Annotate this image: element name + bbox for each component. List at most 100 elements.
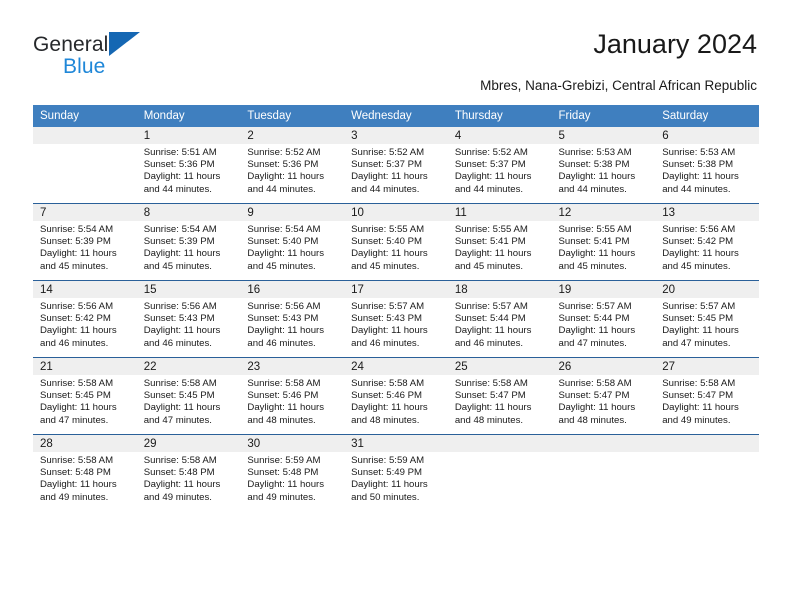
day-cell-inner: 10 Sunrise: 5:55 AM Sunset: 5:40 PM Dayligh… [344, 204, 448, 280]
sunset-text: Sunset: 5:37 PM [351, 159, 423, 171]
page-title: January 2024 [593, 29, 757, 59]
calendar-day-cell[interactable]: 11 Sunrise: 5:55 AM Sunset: 5:41 PM Dayligh… [447, 203, 552, 281]
calendar-day-cell[interactable]: 23 Sunrise: 5:58 AM Sunset: 5:46 PM Dayligh… [240, 357, 345, 435]
day-details: Sunrise: 5:59 AM Sunset: 5:48 PM Daylight:… [240, 452, 344, 504]
weekday-header-friday: Friday [551, 105, 656, 127]
day-details: Sunrise: 5:58 AM Sunset: 5:45 PM Daylight:… [33, 375, 137, 427]
calendar-day-cell[interactable]: 4 Sunrise: 5:52 AM Sunset: 5:37 PM Daylight… [447, 127, 552, 204]
calendar-day-cell[interactable]: 24 Sunrise: 5:58 AM Sunset: 5:46 PM Dayligh… [344, 357, 448, 435]
sunrise-text: Sunrise: 5:55 AM [351, 224, 425, 235]
sunset-text: Sunset: 5:43 PM [247, 313, 319, 325]
calendar-day-cell[interactable]: 8 Sunrise: 5:54 AM Sunset: 5:39 PM Daylight… [136, 203, 241, 281]
day-number: 10 [344, 204, 448, 221]
day-cell-inner: 11 Sunrise: 5:55 AM Sunset: 5:41 PM Dayligh… [447, 204, 552, 280]
calendar-day-cell[interactable]: 9 Sunrise: 5:54 AM Sunset: 5:40 PM Daylight… [240, 203, 345, 281]
day-cell-inner: 27 Sunrise: 5:58 AM Sunset: 5:47 PM Dayligh… [655, 358, 759, 434]
sunset-text: Sunset: 5:38 PM [662, 159, 734, 171]
sunrise-text: Sunrise: 5:57 AM [662, 301, 736, 312]
daylight-text-line1: Daylight: 11 hours [351, 479, 428, 491]
sunrise-text: Sunrise: 5:53 AM [662, 147, 736, 158]
day-number: 19 [551, 281, 656, 298]
calendar-body: 1 Sunrise: 5:51 AM Sunset: 5:36 PM Daylight… [33, 127, 759, 511]
calendar-day-cell[interactable]: 26 Sunrise: 5:58 AM Sunset: 5:47 PM Dayligh… [551, 357, 656, 435]
calendar-day-cell[interactable]: 30 Sunrise: 5:59 AM Sunset: 5:48 PM Dayligh… [240, 434, 345, 511]
sunset-text: Sunset: 5:49 PM [351, 467, 423, 479]
weekday-header-monday: Monday [136, 105, 241, 127]
calendar-day-cell[interactable]: 29 Sunrise: 5:58 AM Sunset: 5:48 PM Dayligh… [136, 434, 241, 511]
day-cell-inner: 19 Sunrise: 5:57 AM Sunset: 5:44 PM Dayligh… [551, 281, 656, 357]
day-number: 21 [33, 358, 137, 375]
weekday-header-saturday: Saturday [655, 105, 759, 127]
day-number: 7 [33, 204, 137, 221]
daylight-text-line2: and 46 minutes. [40, 337, 109, 349]
day-number: 4 [447, 127, 552, 144]
calendar-day-cell[interactable]: 1 Sunrise: 5:51 AM Sunset: 5:36 PM Daylight… [136, 127, 241, 204]
day-cell-inner: 23 Sunrise: 5:58 AM Sunset: 5:46 PM Dayligh… [240, 358, 345, 434]
day-cell-inner: 2 Sunrise: 5:52 AM Sunset: 5:36 PM Daylight… [240, 127, 345, 203]
calendar-day-cell[interactable]: 6 Sunrise: 5:53 AM Sunset: 5:38 PM Daylight… [655, 127, 759, 204]
sunset-text: Sunset: 5:43 PM [351, 313, 423, 325]
calendar-table: Sunday Monday Tuesday Wednesday Thursday… [33, 105, 759, 511]
calendar-day-cell[interactable]: 7 Sunrise: 5:54 AM Sunset: 5:39 PM Daylight… [33, 203, 137, 281]
calendar-day-cell [33, 127, 137, 204]
daylight-text-line2: and 45 minutes. [351, 260, 420, 272]
day-cell-inner: 6 Sunrise: 5:53 AM Sunset: 5:38 PM Daylight… [655, 127, 759, 203]
calendar-day-cell[interactable]: 22 Sunrise: 5:58 AM Sunset: 5:45 PM Dayligh… [136, 357, 241, 435]
daylight-text-line1: Daylight: 11 hours [351, 171, 428, 183]
calendar-day-cell[interactable]: 25 Sunrise: 5:58 AM Sunset: 5:47 PM Dayligh… [447, 357, 552, 435]
calendar-day-cell[interactable]: 17 Sunrise: 5:57 AM Sunset: 5:43 PM Dayligh… [344, 280, 448, 358]
daylight-text-line1: Daylight: 11 hours [454, 325, 532, 337]
calendar-day-cell[interactable]: 21 Sunrise: 5:58 AM Sunset: 5:45 PM Dayligh… [33, 357, 137, 435]
daylight-text-line1: Daylight: 11 hours [558, 325, 636, 337]
daylight-text-line2: and 49 minutes. [40, 491, 109, 503]
calendar-day-cell[interactable]: 2 Sunrise: 5:52 AM Sunset: 5:36 PM Daylight… [240, 127, 345, 204]
sunrise-text: Sunrise: 5:58 AM [40, 455, 114, 466]
calendar-day-cell[interactable]: 20 Sunrise: 5:57 AM Sunset: 5:45 PM Dayligh… [655, 280, 759, 358]
calendar-day-cell[interactable]: 18 Sunrise: 5:57 AM Sunset: 5:44 PM Dayligh… [447, 280, 552, 358]
daylight-text-line2: and 48 minutes. [247, 414, 316, 426]
daylight-text-line1: Daylight: 11 hours [351, 248, 428, 260]
day-number: 1 [136, 127, 241, 144]
daylight-text-line2: and 49 minutes. [247, 491, 316, 503]
day-number: 15 [136, 281, 241, 298]
daylight-text-line2: and 44 minutes. [662, 183, 731, 195]
day-cell-inner [551, 435, 656, 511]
daylight-text-line1: Daylight: 11 hours [40, 248, 117, 260]
day-number: 11 [447, 204, 552, 221]
calendar-week-row: 1 Sunrise: 5:51 AM Sunset: 5:36 PM Daylight… [33, 127, 759, 204]
calendar-day-cell[interactable]: 13 Sunrise: 5:56 AM Sunset: 5:42 PM Dayligh… [655, 203, 759, 281]
weekday-header-wednesday: Wednesday [344, 105, 448, 127]
calendar-day-cell[interactable]: 27 Sunrise: 5:58 AM Sunset: 5:47 PM Dayligh… [655, 357, 759, 435]
sunset-text: Sunset: 5:41 PM [454, 236, 526, 248]
triangle-flag-icon [109, 32, 140, 56]
calendar-day-cell[interactable]: 10 Sunrise: 5:55 AM Sunset: 5:40 PM Dayligh… [344, 203, 448, 281]
daylight-text-line1: Daylight: 11 hours [143, 171, 221, 183]
daylight-text-line2: and 45 minutes. [40, 260, 109, 272]
calendar-day-cell[interactable]: 5 Sunrise: 5:53 AM Sunset: 5:38 PM Daylight… [551, 127, 656, 204]
general-blue-logo[interactable]: General Blue [33, 32, 253, 86]
day-number [447, 435, 552, 452]
calendar-day-cell[interactable]: 15 Sunrise: 5:56 AM Sunset: 5:43 PM Dayligh… [136, 280, 241, 358]
calendar-day-cell[interactable]: 12 Sunrise: 5:55 AM Sunset: 5:41 PM Dayligh… [551, 203, 656, 281]
calendar-day-cell[interactable]: 14 Sunrise: 5:56 AM Sunset: 5:42 PM Dayligh… [33, 280, 137, 358]
calendar-day-cell[interactable]: 16 Sunrise: 5:56 AM Sunset: 5:43 PM Dayligh… [240, 280, 345, 358]
day-number: 27 [655, 358, 759, 375]
sunrise-text: Sunrise: 5:54 AM [143, 224, 217, 235]
calendar-day-cell[interactable]: 31 Sunrise: 5:59 AM Sunset: 5:49 PM Dayligh… [344, 434, 448, 511]
sunset-text: Sunset: 5:40 PM [247, 236, 319, 248]
day-number: 9 [240, 204, 345, 221]
calendar-day-cell[interactable]: 3 Sunrise: 5:52 AM Sunset: 5:37 PM Daylight… [344, 127, 448, 204]
daylight-text-line2: and 45 minutes. [454, 260, 524, 272]
sunset-text: Sunset: 5:48 PM [40, 467, 111, 479]
sunrise-text: Sunrise: 5:59 AM [247, 455, 321, 466]
sunrise-text: Sunrise: 5:58 AM [558, 378, 632, 389]
sunset-text: Sunset: 5:40 PM [351, 236, 423, 248]
calendar-day-cell[interactable]: 19 Sunrise: 5:57 AM Sunset: 5:44 PM Dayligh… [551, 280, 656, 358]
calendar-week-row: 7 Sunrise: 5:54 AM Sunset: 5:39 PM Daylight… [33, 203, 759, 281]
day-cell-inner: 26 Sunrise: 5:58 AM Sunset: 5:47 PM Dayligh… [551, 358, 656, 434]
weekday-header-sunday: Sunday [33, 105, 137, 127]
calendar-day-cell[interactable]: 28 Sunrise: 5:58 AM Sunset: 5:48 PM Dayligh… [33, 434, 137, 511]
day-cell-inner: 18 Sunrise: 5:57 AM Sunset: 5:44 PM Dayligh… [447, 281, 552, 357]
sunset-text: Sunset: 5:43 PM [143, 313, 215, 325]
sunrise-text: Sunrise: 5:55 AM [558, 224, 632, 235]
